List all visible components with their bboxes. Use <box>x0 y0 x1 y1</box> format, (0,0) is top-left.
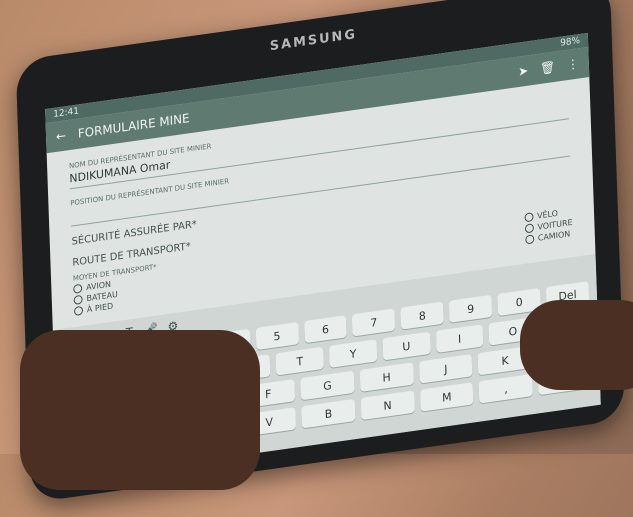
key[interactable]: 8 <box>400 301 444 330</box>
key[interactable]: G <box>300 370 355 401</box>
radio-circle-icon <box>524 234 535 245</box>
more-icon[interactable]: ⋮ <box>567 56 579 72</box>
key[interactable]: U <box>382 331 431 361</box>
back-arrow-icon[interactable]: ← <box>56 128 66 143</box>
transport-col-left: MOYEN DE TRANSPORT* AVION BATEAU À PIED <box>73 263 158 318</box>
key[interactable]: 7 <box>352 308 396 337</box>
radio-a-pied-label: À PIED <box>86 301 114 315</box>
radio-circle-icon <box>524 212 534 223</box>
right-thumb <box>520 300 633 390</box>
key[interactable]: H <box>359 362 414 392</box>
radio-camion-label: CAMION <box>537 229 571 243</box>
transport-col-right: VÉLO VOITURE CAMION <box>524 205 573 255</box>
key[interactable]: N <box>360 390 415 421</box>
radio-velo-label: VÉLO <box>536 208 559 221</box>
delete-icon[interactable]: 🗑 <box>540 60 556 76</box>
key[interactable]: Y <box>329 339 378 368</box>
key[interactable]: I <box>435 324 484 354</box>
key[interactable]: 5 <box>255 321 299 351</box>
key[interactable]: 9 <box>449 294 493 323</box>
radio-circle-icon <box>73 283 83 294</box>
radio-circle-icon <box>73 305 84 317</box>
key[interactable]: J <box>418 354 473 384</box>
radio-circle-icon <box>73 294 83 305</box>
key[interactable]: 6 <box>303 315 348 344</box>
key[interactable]: B <box>301 398 356 429</box>
left-hand <box>20 330 260 490</box>
key[interactable]: , <box>479 373 534 404</box>
key[interactable]: T <box>275 346 324 376</box>
status-battery: 98% <box>560 35 581 49</box>
key[interactable]: M <box>419 382 474 412</box>
send-icon[interactable]: ➤ <box>518 63 528 78</box>
radio-circle-icon <box>524 223 534 234</box>
